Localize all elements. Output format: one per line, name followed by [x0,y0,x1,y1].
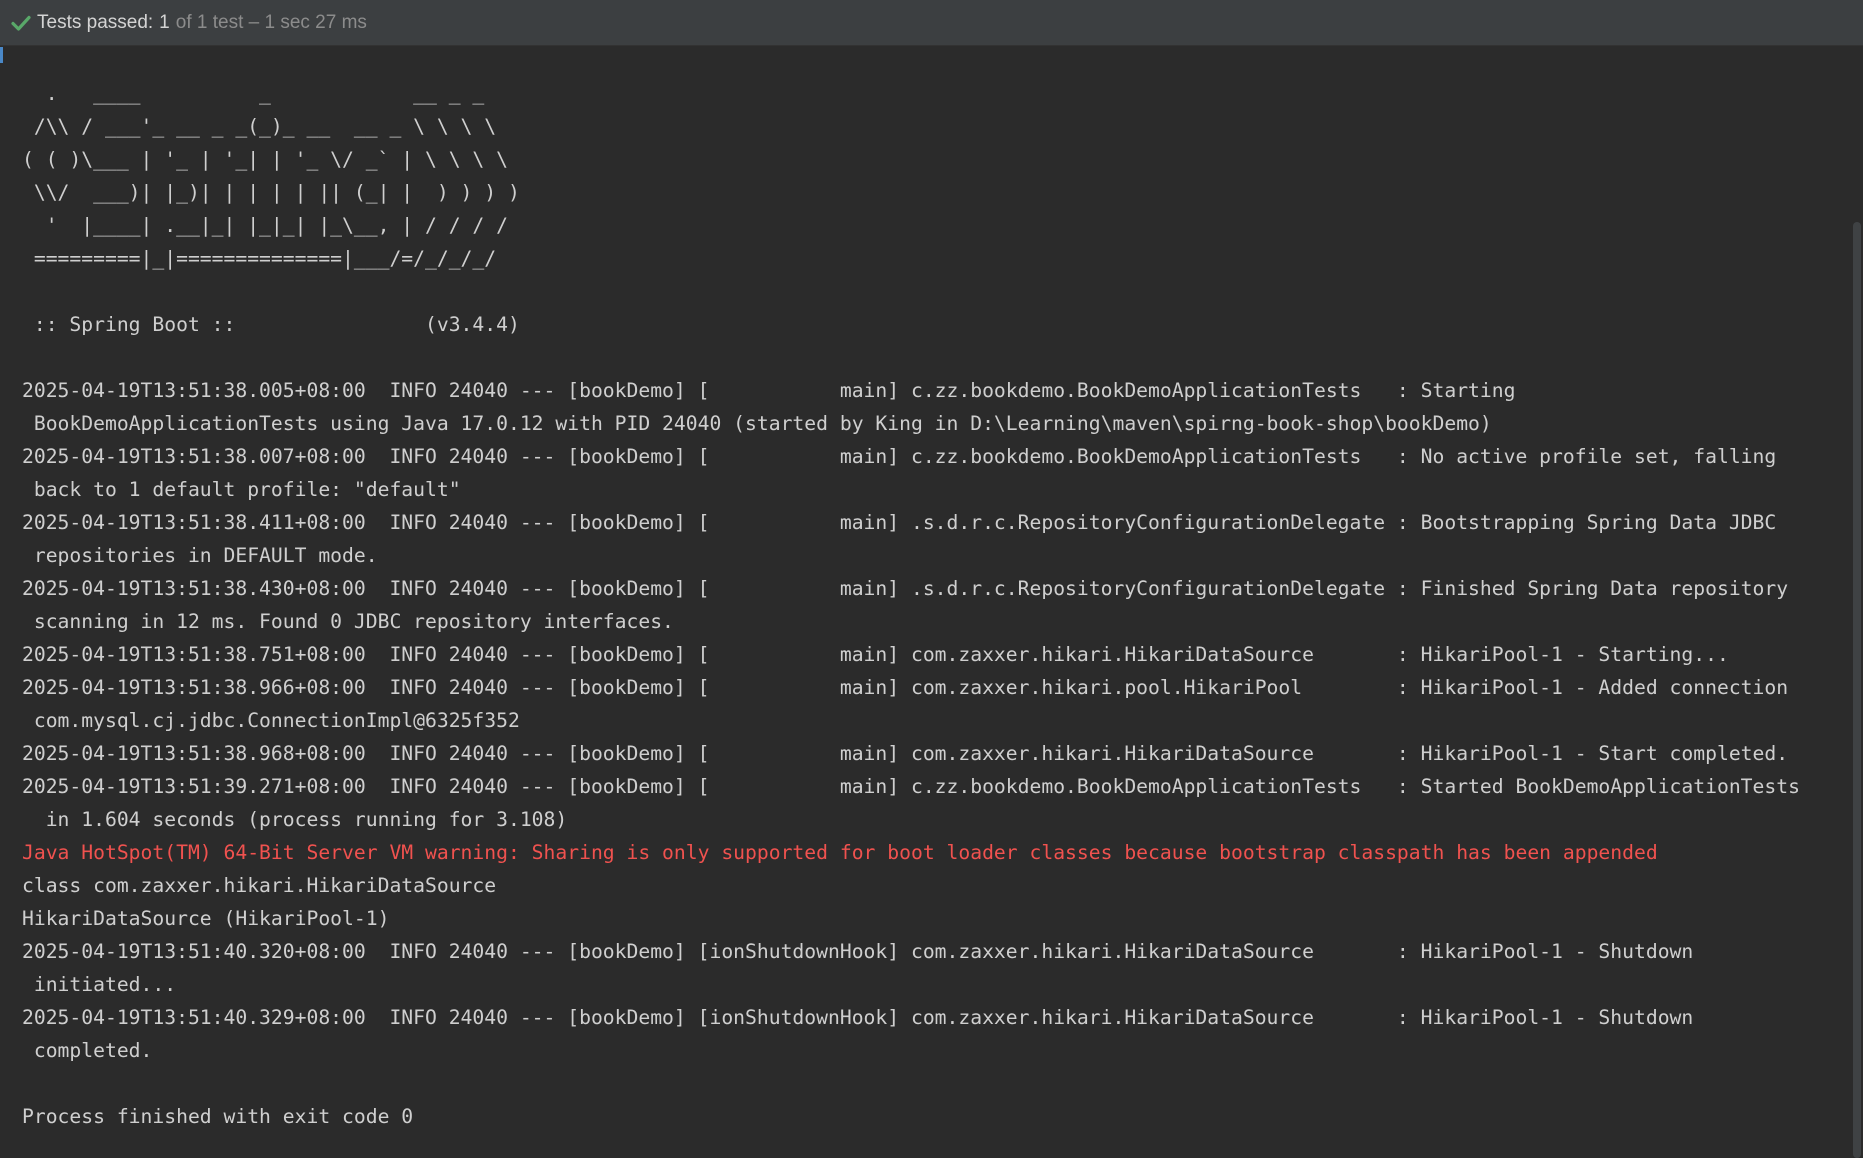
console-lines: . ____ _ __ _ _ /\\ / ___'_ __ _ _(_)_ _… [22,77,1800,1133]
console-line: HikariDataSource (HikariPool-1) [22,907,390,930]
test-status-bar: Tests passed: 1 of 1 test – 1 sec 27 ms [0,0,1863,46]
console-line: class com.zaxxer.hikari.HikariDataSource [22,874,497,897]
console-line: 2025-04-19T13:51:40.320+08:00 INFO 24040… [22,940,1694,963]
console-line: scanning in 12 ms. Found 0 JDBC reposito… [22,610,674,633]
console-line: com.mysql.cj.jdbc.ConnectionImpl@6325f35… [22,709,520,732]
console-line: ( ( )\___ | '_ | '_| | '_ \/ _` | \ \ \ … [22,148,508,171]
console-line: 2025-04-19T13:51:38.005+08:00 INFO 24040… [22,379,1516,402]
check-icon [10,12,32,34]
console-line: initiated... [22,973,177,996]
console-line: BookDemoApplicationTests using Java 17.0… [22,412,1492,435]
tests-passed-label: Tests passed: [37,11,154,33]
console-line: back to 1 default profile: "default" [22,478,461,501]
console-line: 2025-04-19T13:51:38.430+08:00 INFO 24040… [22,577,1789,600]
console-line: 2025-04-19T13:51:38.968+08:00 INFO 24040… [22,742,1789,765]
console-line: repositories in DEFAULT mode. [22,544,378,567]
console-line: =========|_|==============|___/=/_/_/_/ [22,247,497,270]
gutter-marker [0,47,3,63]
console-line: 2025-04-19T13:51:38.966+08:00 INFO 24040… [22,676,1789,699]
scrollbar-thumb[interactable] [1853,222,1861,1158]
console-line: in 1.604 seconds (process running for 3.… [22,808,568,831]
console-line: :: Spring Boot :: (v3.4.4) [22,313,520,336]
tests-passed-count: 1 [159,11,170,33]
console-line: Process finished with exit code 0 [22,1105,414,1128]
console-line: completed. [22,1039,153,1062]
console-line: 2025-04-19T13:51:38.411+08:00 INFO 24040… [22,511,1777,534]
console-output[interactable]: . ____ _ __ _ _ /\\ / ___'_ __ _ _(_)_ _… [0,47,1850,1158]
console-line: . ____ _ __ _ _ [22,82,485,105]
console-line: 2025-04-19T13:51:40.329+08:00 INFO 24040… [22,1006,1694,1029]
console-line: 2025-04-19T13:51:38.751+08:00 INFO 24040… [22,643,1729,666]
console-line: 2025-04-19T13:51:38.007+08:00 INFO 24040… [22,445,1777,468]
console-line: 2025-04-19T13:51:39.271+08:00 INFO 24040… [22,775,1800,798]
console-line: \\/ ___)| |_)| | | | | || (_| | ) ) ) ) [22,181,520,204]
console-error-line: Java HotSpot(TM) 64-Bit Server VM warnin… [22,841,1658,864]
tests-passed-detail: of 1 test – 1 sec 27 ms [175,11,367,33]
console-line: ' |____| .__|_| |_|_| |_\__, | / / / / [22,214,508,237]
console-line: /\\ / ___'_ __ _ _(_)_ __ __ _ \ \ \ \ [22,115,497,138]
